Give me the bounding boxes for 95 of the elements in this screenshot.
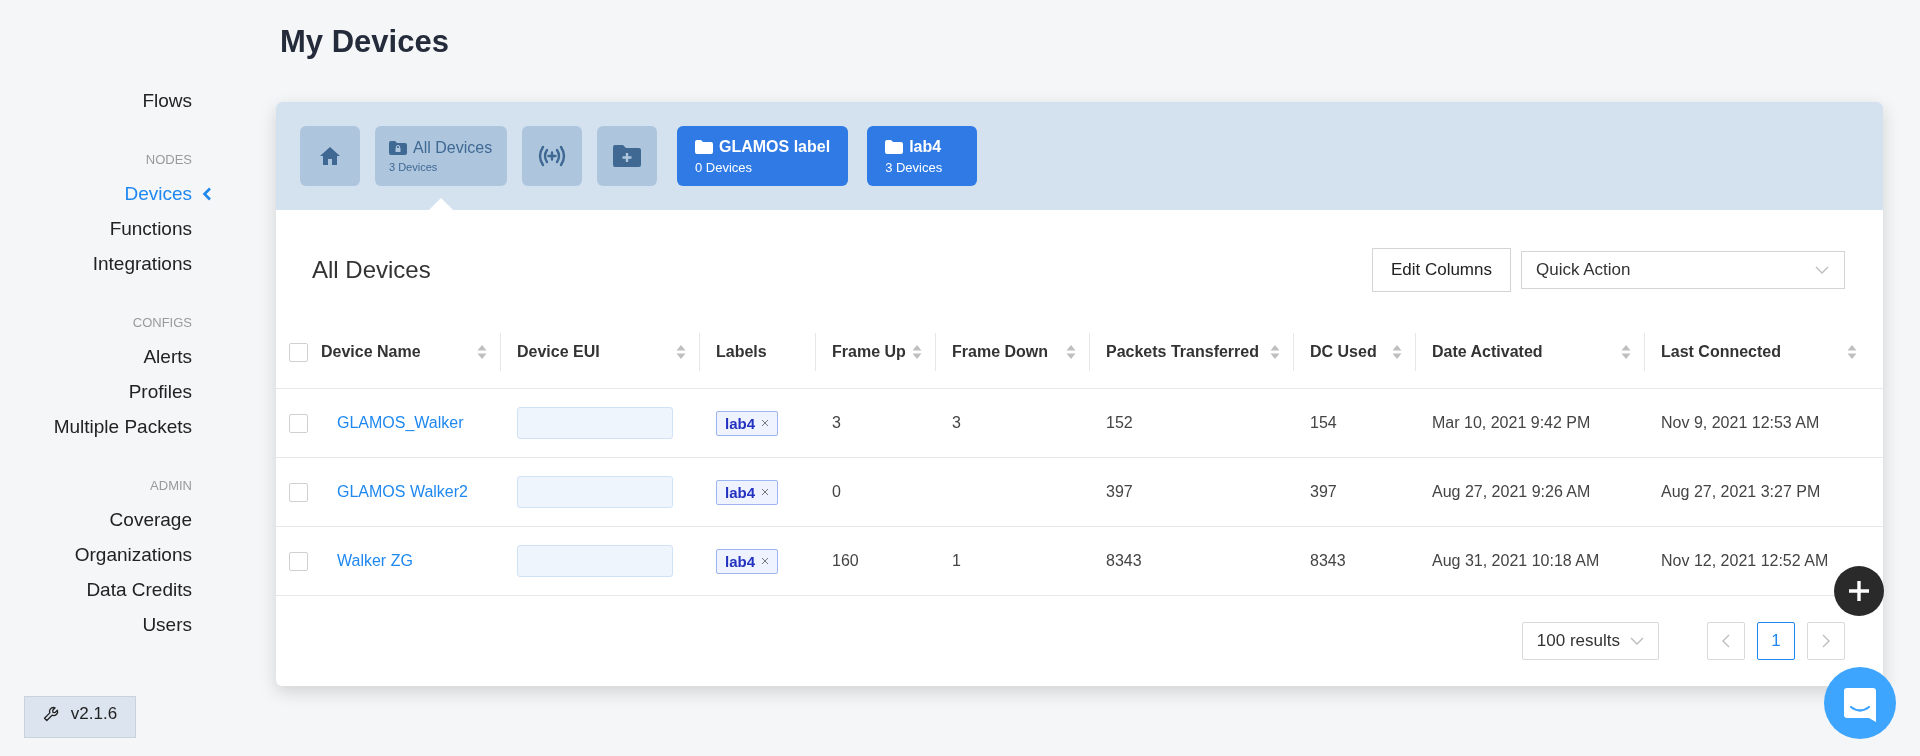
sidebar-item[interactable]: Alerts	[143, 346, 192, 367]
table-cell: Aug 27, 2021 9:26 AM	[1432, 483, 1591, 500]
chevron-left-icon	[202, 187, 212, 201]
sort-icon[interactable]	[477, 344, 487, 360]
home-button[interactable]	[300, 126, 360, 186]
column-header[interactable]: DC Used	[1310, 343, 1377, 361]
table-cell: Mar 10, 2021 9:42 PM	[1432, 414, 1591, 431]
table-cell: 3	[832, 414, 841, 431]
label-tag[interactable]: lab4	[716, 548, 778, 574]
edit-columns-button[interactable]: Edit Columns	[1371, 248, 1511, 292]
sort-icon[interactable]	[1270, 344, 1280, 360]
sort-icon[interactable]	[676, 344, 686, 360]
table-cell: 160	[832, 552, 859, 569]
panel-title: All Devices	[312, 256, 431, 284]
sidebar-item[interactable]: Integrations	[92, 253, 192, 274]
previous-page-button[interactable]	[1707, 622, 1745, 660]
label-tag[interactable]: lab4	[716, 479, 778, 505]
signal-button[interactable]	[522, 126, 582, 186]
column-header[interactable]: Device EUI	[517, 343, 600, 361]
locked-folder-icon	[389, 141, 407, 155]
sidebar-item[interactable]: Organizations	[74, 544, 192, 565]
version-text: v2.1.6	[70, 704, 118, 724]
select-all-checkbox[interactable]	[289, 342, 308, 362]
folder-icon	[695, 139, 713, 154]
section-heading: ADMIN	[150, 477, 192, 495]
label-tag[interactable]: lab4	[716, 410, 778, 436]
label-button[interactable]: All Devices 3 Devices	[375, 126, 507, 186]
column-header[interactable]: Packets Transferred	[1106, 343, 1259, 361]
table-cell: Aug 31, 2021 10:18 AM	[1432, 552, 1600, 569]
table-cell: 1	[952, 552, 961, 569]
column-header[interactable]: Frame Down	[952, 343, 1048, 361]
column-header[interactable]: Labels	[716, 343, 767, 361]
tag-text: lab4	[725, 552, 755, 570]
device-link[interactable]: GLAMOS_Walker	[337, 414, 464, 431]
sidebar-item[interactable]: Functions	[109, 218, 192, 239]
sort-icon[interactable]	[912, 344, 922, 360]
chat-icon	[1843, 686, 1877, 723]
column-header[interactable]: Date Activated	[1432, 343, 1543, 361]
close-icon[interactable]	[761, 419, 769, 427]
wrench-icon	[42, 706, 59, 722]
next-page-button[interactable]	[1807, 622, 1845, 660]
folder-icon	[885, 139, 904, 154]
sort-icon[interactable]	[1847, 344, 1857, 360]
row-checkbox[interactable]	[289, 551, 308, 571]
sort-icon[interactable]	[1621, 344, 1631, 360]
table-cell: 397	[1310, 483, 1337, 500]
chevron-down-icon	[1815, 266, 1829, 274]
table-cell: Nov 9, 2021 12:53 AM	[1661, 414, 1820, 431]
version-badge[interactable]: v2.1.6	[24, 696, 136, 738]
add-folder-button[interactable]	[597, 126, 657, 186]
section-heading: CONFIGS	[132, 314, 192, 332]
table-cell: 8343	[1310, 552, 1346, 569]
table-cell: Nov 12, 2021 12:52 AM	[1661, 552, 1829, 569]
quick-action-select[interactable]: Quick Action	[1521, 251, 1845, 289]
column-header[interactable]: Last Connected	[1661, 343, 1781, 361]
plus-icon	[1847, 579, 1871, 603]
row-checkbox[interactable]	[289, 413, 308, 433]
column-header[interactable]: Device Name	[321, 343, 421, 361]
home-icon	[319, 146, 341, 166]
tag-text: lab4	[725, 414, 755, 432]
page-size-select[interactable]: 100 results	[1521, 622, 1659, 660]
sidebar-item[interactable]: Flows	[142, 90, 192, 111]
section-heading: NODES	[145, 151, 192, 169]
tag-text: lab4	[725, 483, 755, 501]
sidebar-item[interactable]: Users	[142, 614, 192, 635]
row-checkbox[interactable]	[289, 482, 308, 502]
close-icon[interactable]	[761, 557, 769, 565]
selection-pointer	[429, 198, 453, 210]
sidebar-item[interactable]: Coverage	[109, 509, 192, 530]
page-size-text: 100 results	[1536, 631, 1620, 651]
chevron-down-icon	[1630, 637, 1644, 645]
label-button[interactable]: GLAMOS label 0 Devices	[677, 126, 849, 186]
label-button[interactable]: lab4 3 Devices	[867, 126, 978, 186]
table-cell: 397	[1106, 483, 1133, 500]
column-header[interactable]: Frame Up	[832, 343, 906, 361]
sort-icon[interactable]	[1066, 344, 1076, 360]
sidebar-item[interactable]: Multiple Packets	[53, 416, 192, 437]
chevron-left-icon	[1722, 634, 1730, 648]
folder-plus-icon	[612, 144, 642, 168]
table-cell: 152	[1106, 414, 1133, 431]
table-cell: Aug 27, 2021 3:27 PM	[1661, 483, 1821, 500]
device-link[interactable]: GLAMOS Walker2	[337, 483, 468, 500]
table-cell: 154	[1310, 414, 1337, 431]
page-button[interactable]: 1	[1757, 622, 1795, 660]
table-cell: 8343	[1106, 552, 1142, 569]
close-icon[interactable]	[761, 488, 769, 496]
table-cell: 3	[952, 414, 961, 431]
signal-icon	[536, 145, 568, 167]
sidebar-item[interactable]: Profiles	[128, 381, 192, 402]
page-title: My Devices	[280, 23, 450, 61]
chevron-right-icon	[1822, 634, 1830, 648]
table-cell: 0	[832, 483, 841, 500]
device-link[interactable]: Walker ZG	[337, 552, 413, 569]
sort-icon[interactable]	[1392, 344, 1402, 360]
sidebar-item[interactable]: Data Credits	[86, 579, 192, 600]
